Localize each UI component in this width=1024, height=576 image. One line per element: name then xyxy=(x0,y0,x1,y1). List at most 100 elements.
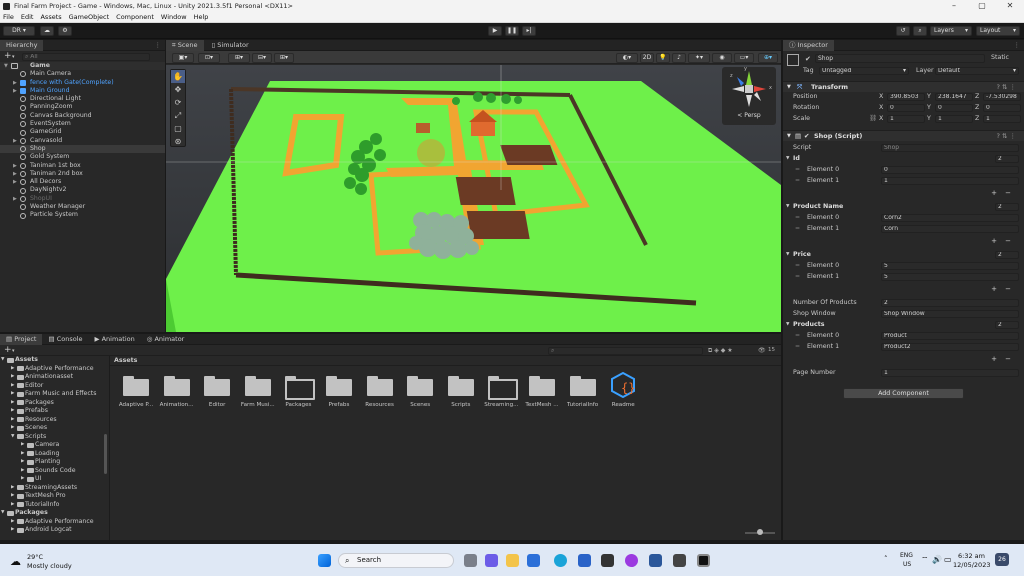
expand-arrow-icon[interactable]: ▶ xyxy=(11,416,14,425)
add-element-button[interactable]: + xyxy=(988,355,1000,363)
rotate-tool-icon[interactable]: ⟳ xyxy=(171,96,185,109)
menu-item-edit[interactable]: Edit xyxy=(21,12,34,22)
remove-element-button[interactable]: − xyxy=(1002,355,1014,363)
products-element-field[interactable]: Product xyxy=(881,332,1019,340)
y-axis-label[interactable]: Y xyxy=(927,92,931,102)
region-label[interactable]: US xyxy=(903,561,911,568)
camera-dropdown[interactable]: ▭▾ xyxy=(734,53,754,63)
account-button[interactable]: DR ▾ xyxy=(3,26,35,36)
expand-arrow-icon[interactable]: ▶ xyxy=(13,178,17,186)
x-axis-label[interactable]: X xyxy=(879,114,883,124)
layers-dropdown[interactable]: Layers ▾ xyxy=(930,26,972,36)
project-tree-item[interactable]: ▶ Loading xyxy=(0,450,108,459)
hand-tool-icon[interactable]: ✋ xyxy=(171,70,185,83)
filter-icons[interactable]: ⧉ ◈ ◆ ★ xyxy=(708,345,733,356)
expand-arrow-icon[interactable]: ▼ xyxy=(786,202,789,212)
asset-folder[interactable]: Resources xyxy=(360,372,400,422)
expand-arrow-icon[interactable]: ▶ xyxy=(13,87,17,95)
add-component-button[interactable]: Add Component xyxy=(843,388,964,399)
weather-cloud-icon[interactable]: ☁ xyxy=(10,555,21,568)
minimize-button[interactable]: – xyxy=(940,0,968,12)
remove-element-button[interactable]: − xyxy=(1002,237,1014,245)
project-tree-item[interactable]: ▶ UI xyxy=(0,475,108,484)
unity-hub-icon[interactable] xyxy=(673,554,686,567)
taskbar-search-box[interactable]: ⌕ Search xyxy=(338,553,454,568)
drag-handle-icon[interactable]: = xyxy=(795,165,800,175)
hierarchy-item[interactable]: Shop xyxy=(0,144,165,154)
shop-script-header[interactable]: ▼ ▤ ✔ Shop (Script) ? ⇅ ⋮ xyxy=(783,130,1024,141)
asset-folder[interactable]: TutorialInfo xyxy=(563,372,603,422)
expand-arrow-icon[interactable]: ▶ xyxy=(13,79,17,87)
hierarchy-item[interactable]: GameGrid xyxy=(0,128,165,136)
drag-handle-icon[interactable]: = xyxy=(795,342,800,352)
menu-item-file[interactable]: File xyxy=(3,12,14,22)
asset-folder[interactable]: Scenes xyxy=(400,372,440,422)
id-size-field[interactable]: 2 xyxy=(995,155,1019,163)
remove-element-button[interactable]: − xyxy=(1002,189,1014,197)
x-axis-label[interactable]: X xyxy=(879,103,883,113)
hierarchy-item[interactable]: Main Camera xyxy=(0,70,165,78)
dropbox-icon[interactable] xyxy=(578,554,591,567)
chat-icon[interactable] xyxy=(485,554,498,567)
expand-arrow-icon[interactable]: ▶ xyxy=(11,484,14,493)
expand-arrow-icon[interactable]: ▶ xyxy=(11,424,14,433)
price-size-field[interactable]: 2 xyxy=(995,251,1019,259)
layer-dropdown[interactable]: Default ▾ xyxy=(935,67,1019,75)
expand-arrow-icon[interactable]: ▼ xyxy=(786,320,789,330)
hierarchy-item[interactable]: ▶ Taniman 1st box xyxy=(0,162,165,170)
snap-increment-dropdown[interactable]: ⊟▾ xyxy=(252,53,272,63)
maximize-button[interactable]: ▢ xyxy=(968,0,996,12)
asset-folder[interactable]: Editor xyxy=(197,372,237,422)
hierarchy-item[interactable]: ▶ Main Ground xyxy=(0,87,165,95)
product_name-element-field[interactable]: Corn2 xyxy=(881,214,1019,222)
house-small[interactable] xyxy=(416,123,430,133)
add-element-button[interactable]: + xyxy=(988,189,1000,197)
effects-dropdown[interactable]: ✦▾ xyxy=(688,53,710,63)
expand-arrow-icon[interactable]: ▶ xyxy=(21,458,24,467)
drag-handle-icon[interactable]: = xyxy=(795,261,800,271)
tab-inspector[interactable]: ⓘ Inspector xyxy=(783,40,834,51)
project-tree-item[interactable]: ▶ Sounds Code xyxy=(0,467,108,476)
asset-folder[interactable]: Streaming... xyxy=(481,372,521,422)
clock-time[interactable]: 6:32 am xyxy=(958,552,985,560)
house-main[interactable] xyxy=(471,120,495,136)
add-element-button[interactable]: + xyxy=(988,285,1000,293)
draw-mode-dropdown[interactable]: ▣▾ xyxy=(172,53,194,63)
expand-arrow-icon[interactable]: ▶ xyxy=(13,137,17,145)
tab-console[interactable]: ▤ Console xyxy=(42,334,88,345)
grid-snap-dropdown[interactable]: ⊞▾ xyxy=(228,53,250,63)
hierarchy-item[interactable]: ▶ Canvasold xyxy=(0,137,165,145)
page-number-field[interactable]: 1 xyxy=(881,369,1019,377)
project-tree-item[interactable]: ▶ Farm Music and Effects xyxy=(0,390,108,399)
hierarchy-item[interactable]: Particle System xyxy=(0,211,165,219)
product_name-size-field[interactable]: 2 xyxy=(995,203,1019,211)
expand-arrow-icon[interactable]: ▶ xyxy=(11,492,14,501)
hierarchy-item[interactable]: PanningZoom xyxy=(0,103,165,111)
add-element-button[interactable]: + xyxy=(988,237,1000,245)
expand-arrow-icon[interactable]: ▼ xyxy=(4,62,8,70)
hierarchy-item[interactable]: Canvas Background xyxy=(0,112,165,120)
asset-folder[interactable]: Prefabs xyxy=(319,372,359,422)
tray-chevron-icon[interactable]: ˄ xyxy=(884,555,888,563)
project-tree-item[interactable]: ▶ Planting xyxy=(0,458,108,467)
project-tree-item[interactable]: ▶ TutorialInfo xyxy=(0,501,108,510)
messenger-icon[interactable] xyxy=(625,554,638,567)
tab-simulator[interactable]: ▯ Simulator xyxy=(206,40,255,51)
expand-arrow-icon[interactable]: ▶ xyxy=(11,399,14,408)
clock-date[interactable]: 12/05/2023 xyxy=(953,561,990,569)
dropdown-arrow-icon[interactable]: ▾ xyxy=(12,54,15,60)
panel-menu-icon[interactable]: ⋮ xyxy=(155,40,162,51)
audio-icon[interactable]: ♪ xyxy=(672,53,686,63)
drag-handle-icon[interactable]: = xyxy=(795,331,800,341)
tab-scene[interactable]: ⌗ Scene xyxy=(166,40,204,51)
component-menu-icon[interactable]: ? ⇅ ⋮ xyxy=(996,131,1016,142)
project-tree-item[interactable]: ▼ Assets xyxy=(0,356,108,365)
menu-item-help[interactable]: Help xyxy=(194,12,209,22)
volume-icon[interactable]: 🔊 xyxy=(932,555,942,564)
expand-arrow-icon[interactable]: ▶ xyxy=(21,467,24,476)
expand-arrow-icon[interactable]: ▶ xyxy=(11,382,14,391)
pause-button[interactable]: ❚❚ xyxy=(505,26,519,36)
shop-window-field[interactable]: Shop Window xyxy=(881,310,1019,318)
hierarchy-item[interactable]: DayNightv2 xyxy=(0,186,165,194)
zoom-slider-handle[interactable] xyxy=(757,529,763,535)
